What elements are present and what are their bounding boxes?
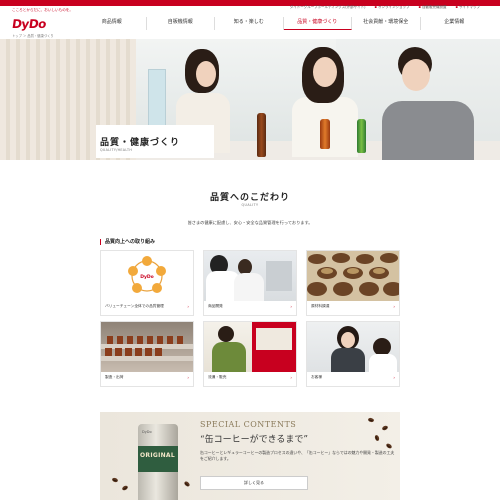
photo-operator-face bbox=[341, 332, 355, 348]
can-label-text: ORIGINAL bbox=[140, 452, 175, 459]
section-subtitle: QUALITY bbox=[241, 203, 259, 207]
distribution-photo bbox=[204, 322, 296, 372]
util-link-vending[interactable]: ▪ 自動販売機設置 bbox=[419, 5, 447, 10]
photo-worker-hair bbox=[218, 326, 234, 342]
section-intro: 皆さまの健康に配慮し、安心・安全な品質管理を行っております。 bbox=[187, 220, 313, 225]
chevron-right-icon: › bbox=[187, 304, 189, 309]
coffee-bean-icon bbox=[121, 484, 129, 492]
special-title: “缶コーヒーができるまで” bbox=[200, 435, 309, 445]
card-label: 商品開発 bbox=[208, 304, 223, 308]
hero-banner bbox=[0, 39, 500, 160]
value-chain-diagram-icon: DyDo bbox=[101, 251, 193, 301]
person-right-face bbox=[402, 59, 430, 91]
photo-operator-suit bbox=[331, 348, 365, 372]
util-link-shop[interactable]: ▪ オンラインショップ bbox=[375, 5, 410, 10]
photo-vending-display bbox=[256, 328, 292, 350]
special-label: SPECIAL CONTENTS bbox=[200, 420, 297, 429]
can-brand: DyDo bbox=[142, 430, 152, 434]
initiatives-heading: 品質向上への取り組み bbox=[100, 239, 155, 245]
photo-operator-2-shirt bbox=[369, 354, 397, 372]
special-button-label: 詳しく見る bbox=[244, 480, 264, 485]
dydo-logo[interactable]: こころとからだに、おいしいものを。 DyDo bbox=[11, 8, 73, 32]
logo-brand: DyDo bbox=[11, 17, 47, 31]
nav-item-learn[interactable]: 知る・楽しむ bbox=[215, 17, 284, 30]
nav-item-products[interactable]: 商品情報 bbox=[78, 17, 147, 30]
card-value-chain[interactable]: DyDo バリューチェーン全体での品質管理 › bbox=[100, 250, 194, 316]
card-raw-materials[interactable]: 原材料調達 › bbox=[306, 250, 400, 316]
util-link-sitemap-label: サイトマップ bbox=[459, 5, 480, 9]
logo-tagline: こころとからだに、おいしいものを。 bbox=[12, 8, 73, 12]
coffee-can-image: DyDo ORIGINAL bbox=[138, 424, 178, 500]
can-label-band bbox=[138, 446, 178, 472]
coffee-bean-icon bbox=[111, 477, 119, 483]
person-right-body bbox=[382, 101, 474, 160]
nav-item-company[interactable]: 企業情報 bbox=[421, 17, 489, 30]
main-nav: 商品情報 自販機情報 知る・楽しむ 品質・健康づくり 社会貢献・環境保全 企業情… bbox=[78, 17, 488, 30]
card-label: 製造・出荷 bbox=[105, 375, 124, 379]
util-link-vending-label: 自動販売機設置 bbox=[422, 5, 447, 9]
photo-worker-uniform bbox=[212, 342, 246, 372]
chevron-right-icon: › bbox=[393, 375, 395, 380]
coffee-bean-icon bbox=[367, 417, 375, 423]
card-label: バリューチェーン全体での品質管理 bbox=[105, 304, 164, 308]
coffee-bean-icon bbox=[183, 480, 191, 488]
value-chain-logo: DyDo bbox=[140, 274, 154, 280]
chevron-right-icon: › bbox=[290, 304, 292, 309]
product-development-photo bbox=[204, 251, 296, 301]
bottle-center bbox=[320, 119, 330, 149]
card-product-development[interactable]: 商品開発 › bbox=[203, 250, 297, 316]
util-link-shop-label: オンラインショップ bbox=[378, 5, 410, 9]
photo-equipment bbox=[266, 261, 292, 291]
nav-item-vending[interactable]: 自販機情報 bbox=[147, 17, 215, 30]
raw-materials-photo bbox=[307, 251, 399, 301]
photo-coat-2 bbox=[234, 273, 264, 301]
person-center-face bbox=[313, 57, 337, 87]
chevron-right-icon: › bbox=[393, 304, 395, 309]
card-label: お客様 bbox=[311, 375, 323, 379]
section-title: 品質へのこだわり bbox=[209, 193, 290, 203]
vending-icon: ▪ bbox=[418, 5, 421, 9]
card-label: 原材料調達 bbox=[311, 304, 330, 308]
page-subtitle: QUALITY/HEALTH bbox=[100, 148, 133, 152]
util-link-group[interactable]: ダイドーグループホールディングス(外部サイト) bbox=[290, 5, 366, 10]
nav-item-quality[interactable]: 品質・健康づくり bbox=[283, 17, 352, 30]
cart-icon: ▪ bbox=[374, 5, 377, 9]
utility-nav: ダイドーグループホールディングス(外部サイト) ▪ オンラインショップ ▪ 自動… bbox=[290, 5, 480, 10]
breadcrumb[interactable]: トップ ＞ 品質・健康づくり bbox=[12, 33, 54, 38]
special-detail-button[interactable]: 詳しく見る bbox=[200, 476, 308, 490]
chevron-right-icon: › bbox=[187, 375, 189, 380]
manufacturing-photo bbox=[101, 322, 193, 372]
card-manufacturing[interactable]: 製造・出荷 › bbox=[100, 321, 194, 387]
coffee-bean-icon bbox=[385, 442, 393, 450]
card-distribution[interactable]: 流通・販売 › bbox=[203, 321, 297, 387]
chevron-right-icon: › bbox=[290, 375, 292, 380]
coffee-bean-icon bbox=[381, 424, 389, 432]
sitemap-icon: ▪ bbox=[455, 5, 458, 9]
special-contents-banner[interactable]: DyDo ORIGINAL SPECIAL CONTENTS “缶コーヒーができ… bbox=[100, 412, 400, 500]
coffee-bean-icon bbox=[374, 434, 380, 442]
card-label: 流通・販売 bbox=[208, 375, 227, 379]
util-link-sitemap[interactable]: ▪ サイトマップ bbox=[456, 5, 481, 10]
special-body: 缶コーヒーとレギュラーコーヒーの製造プロセスの違いや、「缶コーヒー」ならではの魅… bbox=[200, 450, 395, 461]
nav-item-csr[interactable]: 社会貢献・環境保全 bbox=[352, 17, 421, 30]
bottle-right bbox=[357, 119, 366, 153]
customers-photo bbox=[307, 322, 399, 372]
bottle-left bbox=[257, 113, 266, 157]
page-title: 品質・健康づくり bbox=[100, 138, 181, 148]
person-left-face bbox=[196, 61, 216, 87]
card-customers[interactable]: お客様 › bbox=[306, 321, 400, 387]
